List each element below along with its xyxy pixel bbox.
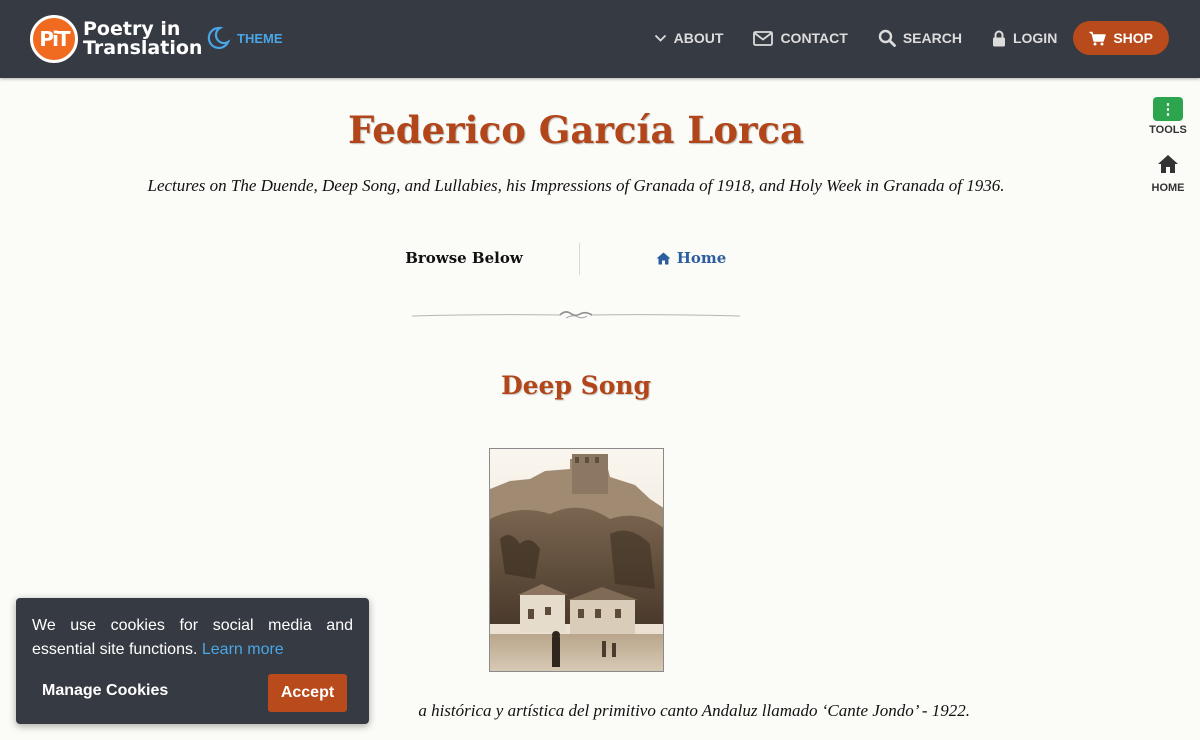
moon-icon: [207, 26, 231, 49]
top-navigation-bar: PiT Poetry in Translation THEME ABOUT CO…: [0, 0, 1200, 78]
nav-search-label: SEARCH: [902, 30, 962, 46]
logo-line-2: Translation: [83, 37, 203, 59]
side-toolbar: ⋮ TOOLS HOME: [1148, 97, 1188, 194]
home-icon: [656, 252, 671, 264]
page-subtitle: Lectures on The Duende, Deep Song, and L…: [147, 176, 1005, 195]
nav-search[interactable]: SEARCH: [878, 29, 962, 47]
browse-navigation: Browse Below Home: [350, 243, 810, 275]
nav-contact-label: CONTACT: [780, 30, 848, 46]
shop-button[interactable]: SHOP: [1073, 21, 1169, 55]
search-icon: [878, 29, 896, 47]
home-label: HOME: [1151, 182, 1185, 194]
envelope-icon: [753, 30, 774, 46]
nav-about[interactable]: ABOUT: [654, 30, 724, 46]
home-icon: [1158, 155, 1178, 173]
main-nav: ABOUT CONTACT SEARCH LOGIN SHOP: [624, 20, 1169, 56]
home-link[interactable]: Home: [580, 249, 802, 267]
sepia-photo-image: [490, 449, 663, 671]
cookie-message: We use cookies for social media and esse…: [32, 617, 353, 658]
cookie-banner: We use cookies for social media and esse…: [16, 598, 369, 724]
tools-label: TOOLS: [1149, 124, 1187, 136]
site-logo[interactable]: PiT Poetry in Translation: [30, 15, 202, 63]
page-title: Federico García Lorca: [347, 108, 805, 152]
cart-icon: [1089, 31, 1107, 45]
manage-cookies-button[interactable]: Manage Cookies: [42, 682, 168, 700]
logo-badge: PiT: [30, 15, 78, 63]
chevron-down-icon: [654, 34, 666, 42]
browse-below-label: Browse Below: [405, 249, 523, 267]
theme-toggle-button[interactable]: THEME: [205, 25, 283, 51]
section-title: Deep Song: [500, 371, 652, 400]
home-link-label: Home: [676, 249, 727, 267]
nav-login-label: LOGIN: [1012, 30, 1058, 46]
accept-cookies-button[interactable]: Accept: [268, 674, 347, 712]
nav-about-label: ABOUT: [673, 30, 724, 46]
shop-label: SHOP: [1113, 30, 1153, 46]
tools-button[interactable]: ⋮ TOOLS: [1148, 97, 1188, 136]
theme-label: THEME: [237, 30, 283, 46]
vertical-dots-icon: ⋮: [1153, 97, 1183, 121]
lock-icon: [992, 30, 1005, 46]
learn-more-link[interactable]: Learn more: [202, 641, 284, 658]
granada-photo: [489, 448, 664, 672]
ornamental-divider: [411, 311, 741, 319]
logo-text: Poetry in Translation: [83, 20, 202, 58]
nav-login[interactable]: LOGIN: [992, 30, 1057, 47]
cookie-text: We use cookies for social media and esse…: [32, 614, 353, 662]
side-home-button[interactable]: HOME: [1148, 154, 1188, 194]
nav-contact[interactable]: CONTACT: [753, 30, 848, 46]
